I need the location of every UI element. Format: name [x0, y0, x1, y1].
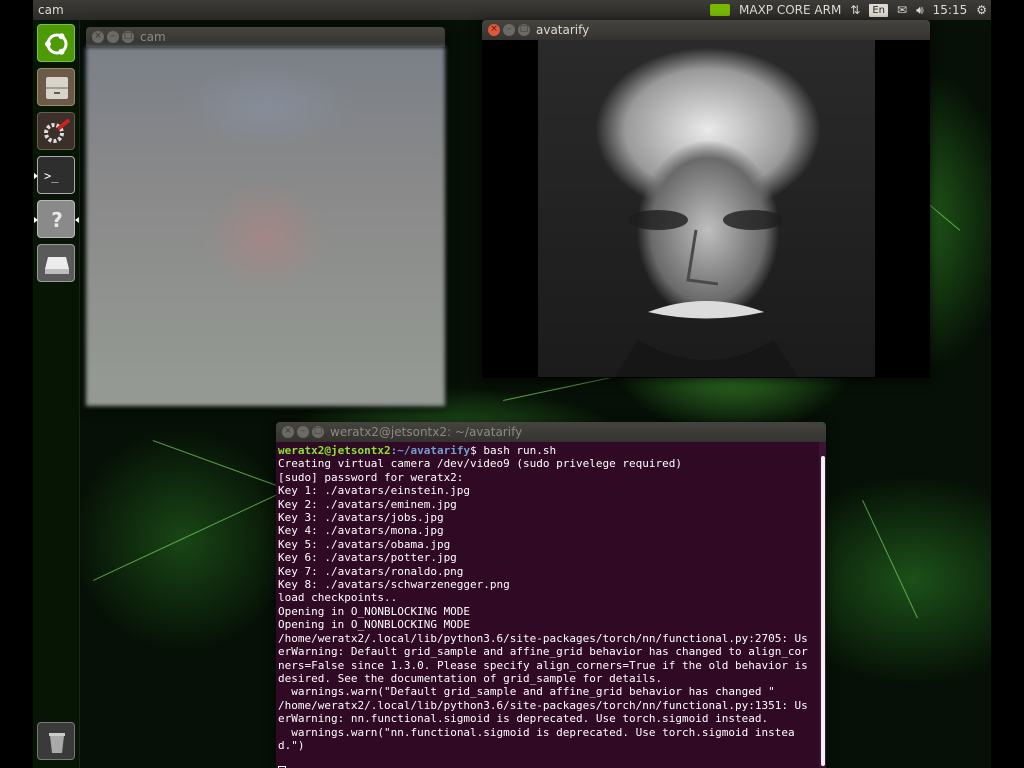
- power-mode-label[interactable]: MAXP CORE ARM: [739, 0, 841, 20]
- terminal-titlebar[interactable]: × – □ weratx2@jetsontx2: ~/avatarify: [276, 422, 826, 442]
- terminal-text: weratx2@jetsontx2:~/avatarify$ bash run.…: [278, 444, 814, 768]
- ubuntu-logo-icon: [38, 25, 76, 63]
- file-cabinet-icon: [38, 69, 76, 107]
- mail-icon[interactable]: ✉: [897, 0, 907, 20]
- terminal-line: /home/weratx2/.local/lib/python3.6/site-…: [278, 698, 808, 726]
- close-icon[interactable]: ×: [488, 24, 500, 36]
- cam-window[interactable]: × – □ cam: [86, 27, 445, 406]
- terminal-line: Key 7: ./avatars/ronaldo.png: [278, 564, 464, 578]
- minimize-icon[interactable]: –: [297, 426, 309, 438]
- launcher-help-button[interactable]: ?: [34, 200, 79, 238]
- clock[interactable]: 15:15: [933, 0, 968, 20]
- nvidia-icon[interactable]: [710, 4, 730, 16]
- terminal-window-title: weratx2@jetsontx2: ~/avatarify: [330, 425, 523, 439]
- terminal-window[interactable]: × – □ weratx2@jetsontx2: ~/avatarify wer…: [276, 422, 826, 768]
- minimize-icon[interactable]: –: [107, 31, 119, 43]
- terminal-line: Key 6: ./avatars/potter.jpg: [278, 551, 457, 565]
- avatar-output-view: [482, 40, 930, 378]
- scrollbar-thumb[interactable]: [821, 456, 825, 766]
- desktop-screen: cam MAXP CORE ARM ⇅ En ✉ 🔊︎ 15:15 ⚙ >_ ?…: [33, 0, 991, 768]
- launcher: >_ ?: [33, 20, 80, 768]
- maximize-icon[interactable]: □: [312, 426, 324, 438]
- keyboard-layout-indicator[interactable]: En: [869, 3, 889, 17]
- launcher-files-button[interactable]: [37, 68, 75, 106]
- maximize-icon[interactable]: □: [122, 31, 134, 43]
- camera-preview-blurred: [86, 47, 445, 406]
- drive-icon: [38, 245, 76, 283]
- avatar-portrait-image: [538, 40, 875, 377]
- minimize-icon[interactable]: –: [503, 24, 515, 36]
- terminal-icon: >_: [44, 169, 59, 183]
- avatarify-window[interactable]: × – □ avatarify: [482, 20, 930, 378]
- terminal-line: [sudo] password for weratx2:: [278, 470, 464, 484]
- terminal-line: Opening in O_NONBLOCKING MODE: [278, 618, 471, 632]
- terminal-output-area[interactable]: weratx2@jetsontx2:~/avatarify$ bash run.…: [276, 442, 826, 768]
- terminal-line: Key 1: ./avatars/einstein.jpg: [278, 484, 471, 498]
- system-tray: MAXP CORE ARM ⇅ En ✉ 🔊︎ 15:15 ⚙: [710, 0, 987, 20]
- top-panel: cam MAXP CORE ARM ⇅ En ✉ 🔊︎ 15:15 ⚙: [33, 0, 991, 20]
- launcher-drive-button[interactable]: [37, 244, 75, 282]
- terminal-line: Key 5: ./avatars/obama.jpg: [278, 537, 451, 551]
- help-question-icon: ?: [51, 208, 63, 232]
- terminal-output-lines: Creating virtual camera /dev/video9 (sud…: [278, 457, 814, 752]
- terminal-line: Key 3: ./avatars/jobs.jpg: [278, 511, 444, 525]
- settings-wrench-icon: [38, 113, 76, 151]
- launcher-dash-button[interactable]: [37, 24, 75, 62]
- launcher-trash-button[interactable]: [37, 722, 75, 760]
- volume-icon[interactable]: 🔊︎: [916, 0, 924, 20]
- terminal-line: Key 4: ./avatars/mona.jpg: [278, 524, 444, 538]
- cam-titlebar[interactable]: × – □ cam: [86, 27, 445, 47]
- launcher-settings-button[interactable]: [37, 112, 75, 150]
- network-updown-icon[interactable]: ⇅: [850, 0, 860, 20]
- terminal-scrollbar[interactable]: [819, 442, 826, 768]
- avatarify-window-title: avatarify: [536, 23, 590, 37]
- launcher-terminal-button[interactable]: >_: [34, 156, 75, 194]
- terminal-line: Creating virtual camera /dev/video9 (sud…: [278, 457, 682, 471]
- gear-icon[interactable]: ⚙: [976, 0, 987, 20]
- prompt-user: weratx2@jetsontx2: [278, 444, 391, 457]
- maximize-icon[interactable]: □: [518, 24, 530, 36]
- trash-icon: [38, 723, 76, 761]
- avatarify-titlebar[interactable]: × – □ avatarify: [482, 20, 930, 40]
- close-icon[interactable]: ×: [92, 31, 104, 43]
- terminal-line: Opening in O_NONBLOCKING MODE: [278, 604, 471, 618]
- terminal-line: warnings.warn("nn.functional.sigmoid is …: [278, 725, 795, 752]
- close-icon[interactable]: ×: [282, 426, 294, 438]
- terminal-line: Key 8: ./avatars/schwarzenegger.png: [278, 578, 510, 592]
- cam-window-title: cam: [140, 30, 166, 44]
- terminal-line: load checkpoints..: [278, 591, 398, 605]
- terminal-line: /home/weratx2/.local/lib/python3.6/site-…: [278, 631, 815, 685]
- terminal-line: Key 2: ./avatars/eminem.jpg: [278, 497, 457, 511]
- active-app-title: cam: [38, 3, 64, 17]
- terminal-line: warnings.warn("Default grid_sample and a…: [278, 685, 775, 699]
- prompt-command: $ bash run.sh: [470, 444, 557, 457]
- prompt-path: :~/avatarify: [390, 444, 471, 457]
